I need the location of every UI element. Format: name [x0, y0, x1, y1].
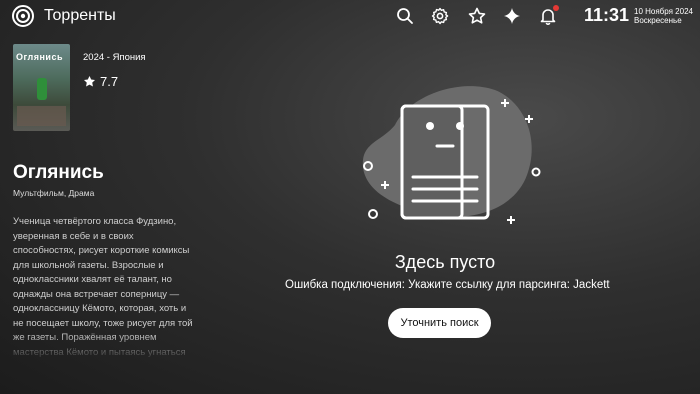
poster-figure	[37, 78, 47, 100]
top-bar: Торренты 11:31 10 Ноября 2024 Воскресень…	[0, 0, 700, 32]
empty-illustration	[355, 80, 545, 230]
movie-description: Ученица четвёртого класса Фудзино, увере…	[13, 216, 193, 362]
app-logo-icon[interactable]	[12, 5, 34, 27]
poster-room	[17, 106, 66, 126]
empty-state-title: Здесь пусто	[0, 252, 700, 273]
rating-star-icon	[83, 75, 96, 87]
movie-title: Оглянись	[13, 162, 104, 183]
date-display: 10 Ноября 2024 Воскресенье	[634, 7, 693, 25]
poster-title: Оглянись	[16, 52, 64, 62]
sparkle-icon[interactable]	[502, 6, 522, 26]
search-icon[interactable]	[395, 6, 415, 26]
app-title: Торренты	[44, 7, 116, 24]
weekday-text: Воскресенье	[634, 16, 682, 25]
notification-badge	[553, 5, 559, 11]
movie-poster[interactable]: Оглянись	[13, 44, 70, 131]
rating-value: 7.7	[100, 74, 119, 89]
rating: 7.7	[83, 74, 118, 89]
empty-state-title-text: Здесь пусто	[394, 252, 496, 272]
movie-genres: Мультфильм, Драма	[13, 188, 95, 198]
clock: 11:31	[584, 5, 630, 25]
gear-icon[interactable]	[430, 6, 450, 26]
empty-state-message: Ошибка подключения: Укажите ссылку для п…	[285, 279, 610, 291]
refine-search-button[interactable]: Уточнить поиск	[388, 308, 491, 338]
date-text: 10 Ноября 2024	[634, 7, 693, 16]
star-icon[interactable]	[467, 6, 487, 26]
year-country: 2024 - Япония	[83, 52, 146, 63]
